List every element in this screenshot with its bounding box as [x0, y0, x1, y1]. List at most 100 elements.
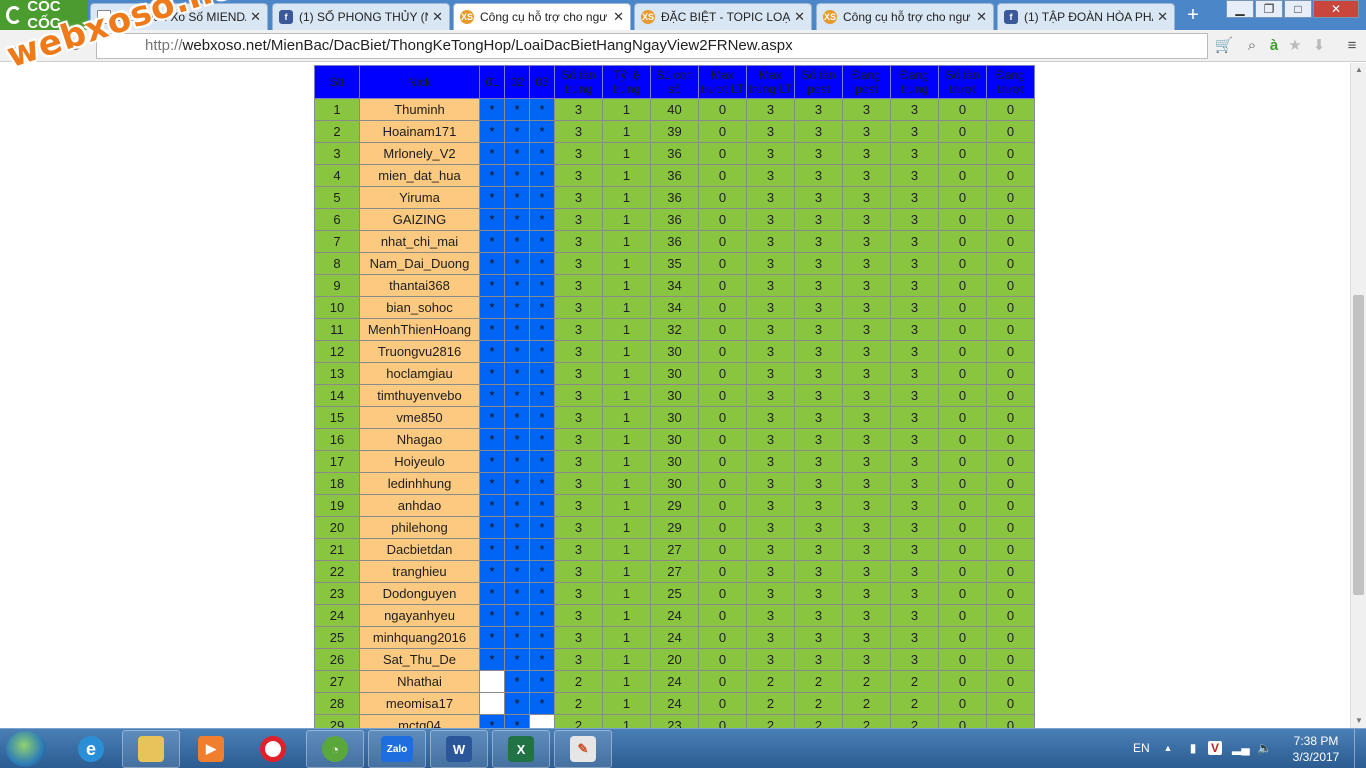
cell-dang-truot: 0 — [986, 318, 1035, 341]
restore-button[interactable]: ❐ — [1255, 0, 1283, 18]
cell-digit-01 — [479, 692, 505, 715]
cell-digit-02: * — [504, 142, 530, 165]
cell-digit-02: * — [504, 208, 530, 231]
clock-date[interactable]: 3/3/2017 — [1284, 750, 1348, 764]
cell-ty-le-trung: 1 — [602, 516, 651, 539]
media-player-taskbar-button[interactable]: ▶ — [182, 730, 240, 768]
tab-4[interactable]: XS ĐẶC BIỆT - TOPIC LOẠI ✕ — [634, 3, 812, 30]
coccoc-brand[interactable]: CỐC CỐC — [0, 0, 88, 32]
cell-max-truot-lt: 0 — [698, 582, 747, 605]
header-sl-con-so[interactable]: SL con số — [650, 65, 699, 99]
address-bar[interactable]: http://webxoso.net/MienBac/DacBiet/Thong… — [96, 33, 1208, 59]
cell-nick: GAIZING — [359, 208, 480, 231]
tray-expand-icon[interactable]: ▲ — [1161, 741, 1175, 755]
forward-button[interactable]: → — [33, 34, 57, 58]
opera-taskbar-button[interactable] — [244, 730, 302, 768]
language-indicator[interactable]: EN — [1133, 741, 1150, 755]
clock-time[interactable]: 7:38 PM — [1288, 734, 1344, 748]
header-max-trung-lt[interactable]: Max trúng LT — [746, 65, 795, 99]
scroll-up-arrow-icon[interactable]: ▲ — [1351, 63, 1366, 77]
menu-icon[interactable]: ≡ — [1342, 36, 1362, 56]
tab-close-icon[interactable]: ✕ — [250, 9, 261, 25]
volume-icon[interactable]: 🔈 — [1257, 741, 1272, 755]
bookmark-star-icon[interactable]: ★ — [1285, 36, 1305, 56]
tab-2[interactable]: f (1) SỐ PHONG THỦY (N ✕ — [272, 3, 450, 30]
show-desktop-button[interactable] — [1354, 729, 1366, 769]
header-ty-le-trung[interactable]: Tỷ lệ trúng — [602, 65, 651, 99]
cell-sl-con-so: 24 — [650, 604, 699, 627]
vertical-scrollbar[interactable]: ▲ ▼ — [1350, 63, 1366, 728]
cell-digit-03: * — [529, 472, 555, 495]
cell-digit-03: * — [529, 362, 555, 385]
cell-so-lan-post: 3 — [794, 450, 843, 473]
tab-3[interactable]: XS Công cụ hỗ trợ cho ngư ✕ — [453, 3, 631, 30]
tab-close-icon[interactable]: ✕ — [1157, 9, 1168, 25]
scroll-down-arrow-icon[interactable]: ▼ — [1351, 714, 1366, 728]
tab-close-icon[interactable]: ✕ — [432, 9, 443, 25]
cell-dang-post: 3 — [842, 362, 891, 385]
tab-close-icon[interactable]: ✕ — [794, 9, 805, 25]
excel-taskbar-button[interactable]: X — [492, 730, 550, 768]
explorer-taskbar-button[interactable] — [122, 730, 180, 768]
ie-taskbar-button[interactable]: e — [62, 730, 120, 768]
cell-dang-post: 3 — [842, 516, 891, 539]
cell-dang-post: 3 — [842, 384, 891, 407]
cell-so-lan-post: 3 — [794, 98, 843, 121]
cell-nick: Hoiyeulo — [359, 450, 480, 473]
cell-sl-con-so: 23 — [650, 714, 699, 728]
paint-taskbar-button[interactable]: ✎ — [554, 730, 612, 768]
zalo-taskbar-button[interactable]: Zalo — [368, 730, 426, 768]
table-row: 17 Hoiyeulo * * * 3 1 30 0 3 3 3 3 0 0 — [314, 450, 1035, 473]
download-icon[interactable]: ⬇ — [1309, 36, 1329, 56]
cell-so-lan-trung: 3 — [554, 164, 603, 187]
cell-so-lan-truot: 0 — [938, 582, 987, 605]
cart-icon[interactable]: 🛒 — [1214, 36, 1234, 56]
spellcheck-icon[interactable]: à — [1264, 36, 1284, 56]
header-nick[interactable]: Nick — [359, 65, 480, 99]
coccoc-taskbar-button[interactable]: ◔ — [306, 730, 364, 768]
header-02[interactable]: 02 — [504, 65, 530, 99]
cell-max-truot-lt: 0 — [698, 208, 747, 231]
network-signal-icon[interactable]: ▂▄ — [1232, 741, 1250, 755]
header-dang-trung[interactable]: Đang trúng — [890, 65, 939, 99]
battery-icon[interactable]: ▮ — [1186, 741, 1200, 755]
cell-sl-con-so: 30 — [650, 362, 699, 385]
reload-button[interactable]: ↻ — [63, 34, 87, 58]
tab-close-icon[interactable]: ✕ — [976, 9, 987, 25]
cell-digit-02: * — [504, 164, 530, 187]
tab-6[interactable]: f (1) TẬP ĐOÀN HÒA PHÁ ✕ — [997, 3, 1175, 30]
search-icon[interactable]: ⌕ — [1242, 36, 1262, 56]
header-so-lan-truot[interactable]: Số lần trượt — [938, 65, 987, 99]
table-row: 20 philehong * * * 3 1 29 0 3 3 3 3 0 0 — [314, 516, 1035, 539]
header-max-truot-lt[interactable]: Max trượt LT — [698, 65, 747, 99]
cell-digit-01: * — [479, 164, 505, 187]
cell-ty-le-trung: 1 — [602, 626, 651, 649]
cell-dang-truot: 0 — [986, 714, 1035, 728]
header-so-lan-trung[interactable]: Số lần trúng — [554, 65, 603, 99]
minimize-button[interactable]: ▁ — [1226, 0, 1254, 18]
cell-digit-01: * — [479, 208, 505, 231]
new-tab-button[interactable]: + — [1182, 4, 1204, 26]
word-taskbar-button[interactable]: W — [430, 730, 488, 768]
header-03[interactable]: 03 — [529, 65, 555, 99]
table-row: 21 Dacbietdan * * * 3 1 27 0 3 3 3 3 0 0 — [314, 538, 1035, 561]
tab-1[interactable]: Diễn Đàn Xổ Số MIENDA ✕ — [90, 3, 268, 30]
tab-5[interactable]: XS Công cụ hỗ trợ cho ngư ✕ — [816, 3, 994, 30]
back-button[interactable]: ← — [5, 34, 29, 58]
antivirus-icon[interactable]: V — [1208, 741, 1222, 755]
tab-close-icon[interactable]: ✕ — [613, 9, 624, 25]
maximize-button[interactable]: □ — [1284, 0, 1312, 18]
header-so-lan-post[interactable]: Số lần post — [794, 65, 843, 99]
header-01[interactable]: 01 — [479, 65, 505, 99]
table-row: 9 thantai368 * * * 3 1 34 0 3 3 3 3 0 0 — [314, 274, 1035, 297]
cell-so-lan-post: 3 — [794, 604, 843, 627]
cell-digit-03: * — [529, 560, 555, 583]
start-button[interactable] — [6, 731, 46, 767]
header-stt[interactable]: Stt — [314, 65, 360, 99]
close-window-button[interactable]: ✕ — [1313, 0, 1359, 18]
cell-stt: 26 — [314, 648, 360, 671]
header-dang-post[interactable]: Đang post — [842, 65, 891, 99]
header-dang-truot[interactable]: Đang trượt — [986, 65, 1035, 99]
scroll-thumb[interactable] — [1353, 295, 1364, 595]
cell-dang-trung: 3 — [890, 428, 939, 451]
